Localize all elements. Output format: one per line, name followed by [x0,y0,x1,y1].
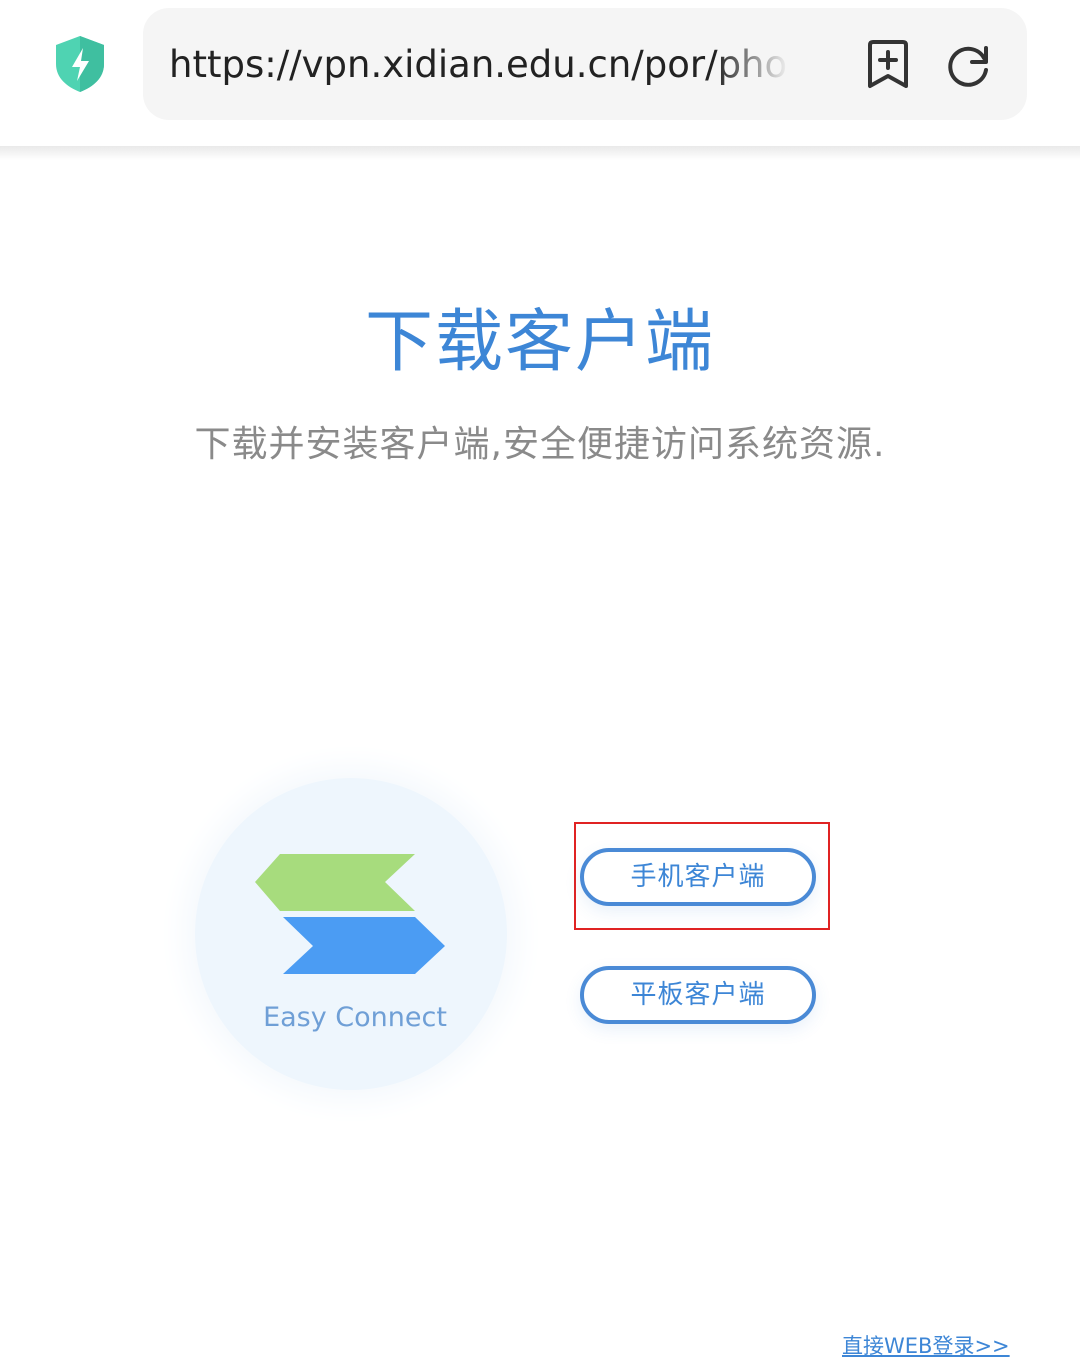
app-logo: Easy Connect [195,778,507,1090]
address-bar[interactable]: https://vpn.xidian.edu.cn/por/phone_inde… [143,8,1027,120]
toolbar-divider [0,146,1080,160]
page-subtitle: 下载并安装客户端,安全便捷访问系统资源. [194,424,886,465]
page: https://vpn.xidian.edu.cn/por/phone_inde… [0,0,1080,1369]
shield-lightning-icon[interactable] [52,34,108,94]
tablet-client-button[interactable]: 平板客户端 [580,966,816,1024]
web-login-link[interactable]: 直接WEB登录>> [842,1330,1012,1360]
reload-icon[interactable] [944,40,992,90]
url-text[interactable]: https://vpn.xidian.edu.cn/por/phone_inde… [169,40,789,90]
bookmark-add-icon[interactable] [865,40,911,90]
logo-label: Easy Connect [263,1002,447,1033]
browser-toolbar: https://vpn.xidian.edu.cn/por/phone_inde… [0,0,1080,148]
phone-client-button[interactable]: 手机客户端 [580,848,816,906]
easy-connect-logo-icon [255,854,445,974]
page-title: 下载客户端 [364,303,715,382]
